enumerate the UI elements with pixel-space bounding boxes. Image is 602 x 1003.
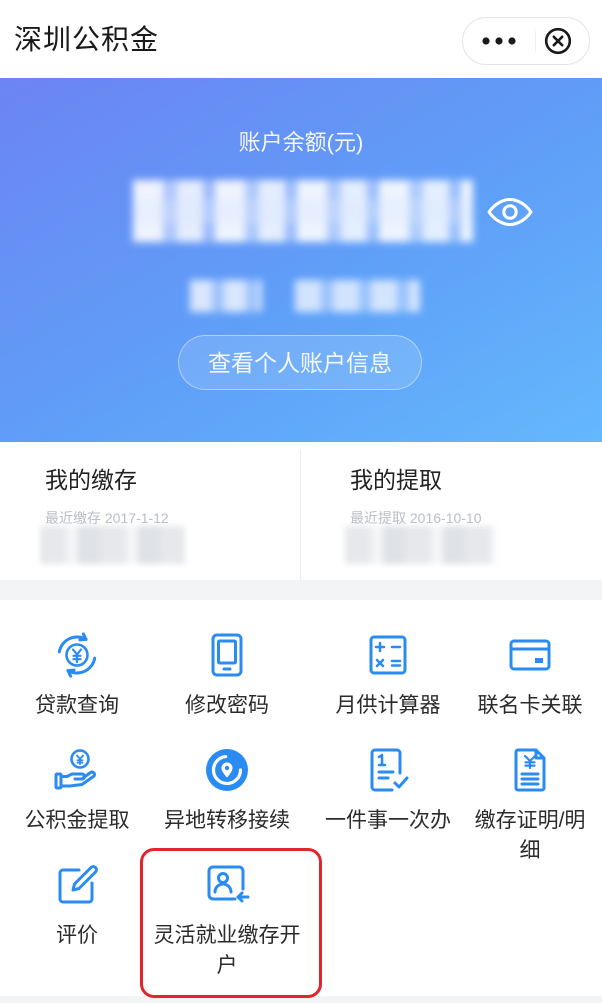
balance-visibility-toggle[interactable] [486,196,534,228]
service-evaluate[interactable]: 评价 [2,861,152,991]
service-loan-query[interactable]: 贷款查询 [2,631,152,761]
more-dots-icon [482,37,516,45]
service-label: 联名卡关联 [477,694,583,717]
capsule-divider [535,31,536,51]
service-remote-transfer[interactable]: 异地转移接续 [151,746,303,876]
view-account-info-button[interactable]: 查看个人账户信息 [178,335,422,390]
view-account-info-label: 查看个人账户信息 [208,349,392,376]
service-label: 一件事一次办 [325,809,451,832]
more-button[interactable] [463,18,535,64]
hand-coin-icon [53,746,101,794]
masked-deposit-amount [40,526,185,564]
bottom-strip [0,996,602,1003]
close-button[interactable] [537,18,579,64]
mini-program-capsule [462,17,590,65]
service-change-password[interactable]: 修改密码 [151,631,303,761]
service-joint-card-link[interactable]: 联名卡关联 [468,631,592,761]
last-deposit-text: 最近缴存 2017-1-12 [45,510,169,526]
eye-icon [487,198,533,226]
service-label: 公积金提取 [24,809,130,832]
masked-account-info [295,280,420,312]
service-label: 评价 [56,924,98,947]
service-deposit-certificate[interactable]: 缴存证明/明细 [468,746,592,876]
my-deposit-title: 我的缴存 [45,467,137,493]
masked-balance-amount [133,180,473,242]
masked-account-info [190,280,262,312]
nav-bar: 深圳公积金 [0,0,602,78]
service-payment-calculator[interactable]: 月供计算器 [313,631,463,761]
account-balance-panel: 账户余额(元) 查看个人账户信息 [0,78,602,442]
edit-icon [53,861,101,909]
service-label: 缴存证明/明细 [474,809,586,862]
section-gap [0,580,602,600]
checklist-document-icon [364,746,412,794]
yen-document-icon [506,746,554,794]
service-flexible-employment-account[interactable]: 灵活就业缴存开户 [151,861,303,991]
page-title: 深圳公积金 [14,24,160,55]
summary-section: 我的缴存 最近缴存 2017-1-12 我的提取 最近提取 2016-10-10 [0,442,602,580]
bank-card-icon [506,631,554,679]
balance-label: 账户余额(元) [238,130,364,155]
service-fund-withdrawal[interactable]: 公积金提取 [2,746,152,876]
close-circle-icon [544,27,572,55]
service-one-stop[interactable]: 一件事一次办 [313,746,463,876]
service-label: 修改密码 [185,694,269,717]
my-withdrawal-card[interactable]: 我的提取 最近提取 2016-10-10 [301,442,601,580]
tablet-icon [203,631,251,679]
service-label: 异地转移接续 [164,809,290,832]
service-label: 灵活就业缴存开户 [153,924,301,977]
masked-withdrawal-amount [345,526,495,564]
calculator-icon [364,631,412,679]
service-label: 贷款查询 [35,694,119,717]
my-deposit-card[interactable]: 我的缴存 最近缴存 2017-1-12 [0,442,300,580]
transfer-location-icon [203,746,251,794]
last-withdrawal-text: 最近提取 2016-10-10 [350,510,482,526]
id-card-person-icon [203,861,251,909]
my-withdrawal-title: 我的提取 [350,467,442,493]
loan-query-icon [53,631,101,679]
service-label: 月供计算器 [335,694,441,717]
